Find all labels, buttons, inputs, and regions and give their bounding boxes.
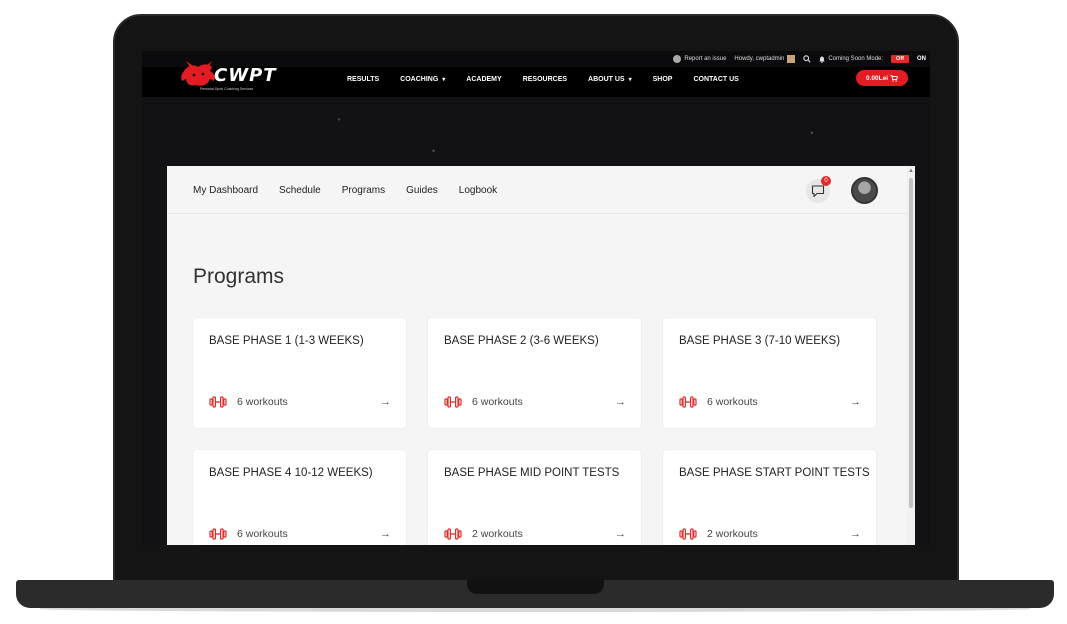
- program-card[interactable]: BASE PHASE 1 (1-3 WEEKS) 6 workouts →: [193, 318, 406, 428]
- nav-item-results[interactable]: RESULTS: [347, 76, 379, 83]
- program-footer: 6 workouts →: [444, 394, 626, 410]
- search-icon[interactable]: [803, 55, 811, 63]
- subnav-item-logbook[interactable]: Logbook: [459, 185, 497, 196]
- dashboard-subnav: My Dashboard Schedule Programs Guides Lo…: [167, 166, 907, 214]
- program-title: BASE PHASE MID POINT TESTS: [444, 467, 620, 479]
- coming-soon-toggle-off[interactable]: Off: [891, 55, 909, 63]
- cart-button[interactable]: 0.00Lei: [856, 70, 908, 86]
- notification-badge: 0: [821, 176, 831, 186]
- program-footer: 2 workouts →: [444, 526, 626, 542]
- bell-icon: [819, 56, 826, 63]
- dumbbell-icon: [679, 396, 697, 408]
- nav-item-coaching[interactable]: COACHING ▾: [400, 76, 445, 83]
- program-card[interactable]: BASE PHASE 3 (7-10 WEEKS) 6 workouts →: [663, 318, 876, 428]
- subnav-item-schedule[interactable]: Schedule: [279, 185, 321, 196]
- nav-label: RESOURCES: [522, 75, 568, 83]
- coming-soon-toggle-on[interactable]: ON: [917, 56, 926, 62]
- coming-soon-label: Coming Soon Mode:: [828, 56, 884, 62]
- nav-label: CONTACT US: [693, 75, 739, 83]
- workout-count: 6 workouts: [237, 396, 288, 408]
- dumbbell-icon: [209, 528, 227, 540]
- laptop-mockup: Report an issue Howdy, cwptadmin Coming …: [0, 0, 1067, 624]
- nav-item-shop[interactable]: SHOP: [653, 76, 673, 83]
- program-title: BASE PHASE 2 (3-6 WEEKS): [444, 335, 599, 347]
- nav-label: SHOP: [652, 75, 673, 83]
- scrollbar-thumb[interactable]: [909, 178, 913, 508]
- workout-count: 2 workouts: [472, 528, 523, 540]
- arrow-right-icon[interactable]: →: [615, 396, 626, 408]
- main-nav: CWPT Personal Sport Coaching Services RE…: [142, 61, 930, 97]
- program-footer: 6 workouts →: [679, 394, 861, 410]
- page-title: Programs: [193, 265, 285, 288]
- dumbbell-icon: [444, 528, 462, 540]
- subnav-item-programs[interactable]: Programs: [342, 185, 385, 196]
- chevron-down-icon: ▾: [628, 76, 632, 83]
- arrow-right-icon[interactable]: →: [850, 396, 861, 408]
- brand-wordmark: CWPT: [214, 65, 277, 86]
- report-issue-link[interactable]: Report an issue: [673, 55, 726, 63]
- cart-icon: [890, 74, 899, 82]
- program-card[interactable]: BASE PHASE START POINT TESTS 2 workouts …: [663, 450, 876, 545]
- program-title: BASE PHASE 3 (7-10 WEEKS): [679, 335, 841, 347]
- user-avatar[interactable]: [851, 177, 878, 204]
- nav-label: ABOUT US: [588, 75, 625, 83]
- program-footer: 6 workouts →: [209, 394, 391, 410]
- scroll-up-icon[interactable]: ▲: [908, 168, 914, 174]
- chevron-down-icon: ▾: [442, 76, 446, 83]
- nav-label: RESULTS: [347, 75, 380, 83]
- workout-count: 2 workouts: [707, 528, 758, 540]
- laptop-notch: [467, 580, 604, 594]
- program-title: BASE PHASE 1 (1-3 WEEKS): [209, 335, 364, 347]
- program-card[interactable]: BASE PHASE MID POINT TESTS 2 workouts →: [428, 450, 641, 545]
- coming-soon-mode: Coming Soon Mode:: [819, 56, 883, 63]
- program-title: BASE PHASE 4 10-12 WEEKS): [209, 467, 373, 479]
- brand-tagline: Personal Sport Coaching Services: [200, 87, 254, 91]
- program-title: BASE PHASE START POINT TESTS: [679, 467, 870, 479]
- chat-button[interactable]: 0: [806, 176, 831, 203]
- dumbbell-icon: [679, 528, 697, 540]
- program-footer: 2 workouts →: [679, 526, 861, 542]
- nav-links: RESULTS COACHING ▾ ACADEMY RESOURCES ABOU…: [347, 67, 739, 91]
- subnav-item-my-dashboard[interactable]: My Dashboard: [193, 185, 258, 196]
- arrow-right-icon[interactable]: →: [380, 528, 391, 540]
- programs-panel: My Dashboard Schedule Programs Guides Lo…: [167, 166, 915, 545]
- nav-item-about-us[interactable]: ABOUT US ▾: [588, 76, 632, 83]
- cart-total: 0.00Lei: [865, 74, 889, 82]
- program-card[interactable]: BASE PHASE 4 10-12 WEEKS) 6 workouts →: [193, 450, 406, 545]
- nav-item-resources[interactable]: RESOURCES: [523, 76, 567, 83]
- subnav-links: My Dashboard Schedule Programs Guides Lo…: [193, 166, 497, 214]
- nav-item-contact-us[interactable]: CONTACT US: [693, 76, 738, 83]
- screen: Report an issue Howdy, cwptadmin Coming …: [142, 51, 930, 545]
- arrow-right-icon[interactable]: →: [380, 396, 391, 408]
- chat-icon: [811, 185, 825, 198]
- howdy-label: Howdy, cwptadmin: [734, 56, 785, 62]
- subnav-item-guides[interactable]: Guides: [406, 185, 438, 196]
- program-footer: 6 workouts →: [209, 526, 391, 542]
- brand-logo[interactable]: CWPT Personal Sport Coaching Services: [180, 61, 276, 95]
- globe-icon: [673, 55, 682, 63]
- workout-count: 6 workouts: [237, 528, 288, 540]
- howdy-user[interactable]: Howdy, cwptadmin: [734, 55, 796, 63]
- nav-label: COACHING: [400, 75, 439, 83]
- arrow-right-icon[interactable]: →: [615, 528, 626, 540]
- arrow-right-icon[interactable]: →: [850, 528, 861, 540]
- nav-label: ACADEMY: [466, 75, 502, 83]
- dumbbell-icon: [444, 396, 462, 408]
- workout-count: 6 workouts: [472, 396, 523, 408]
- program-card[interactable]: BASE PHASE 2 (3-6 WEEKS) 6 workouts →: [428, 318, 641, 428]
- dumbbell-icon: [209, 396, 227, 408]
- nav-item-academy[interactable]: ACADEMY: [466, 76, 501, 83]
- scrollbar[interactable]: ▲: [907, 166, 915, 545]
- workout-count: 6 workouts: [707, 396, 758, 408]
- admin-avatar: [787, 55, 796, 63]
- report-issue-label: Report an issue: [684, 56, 727, 62]
